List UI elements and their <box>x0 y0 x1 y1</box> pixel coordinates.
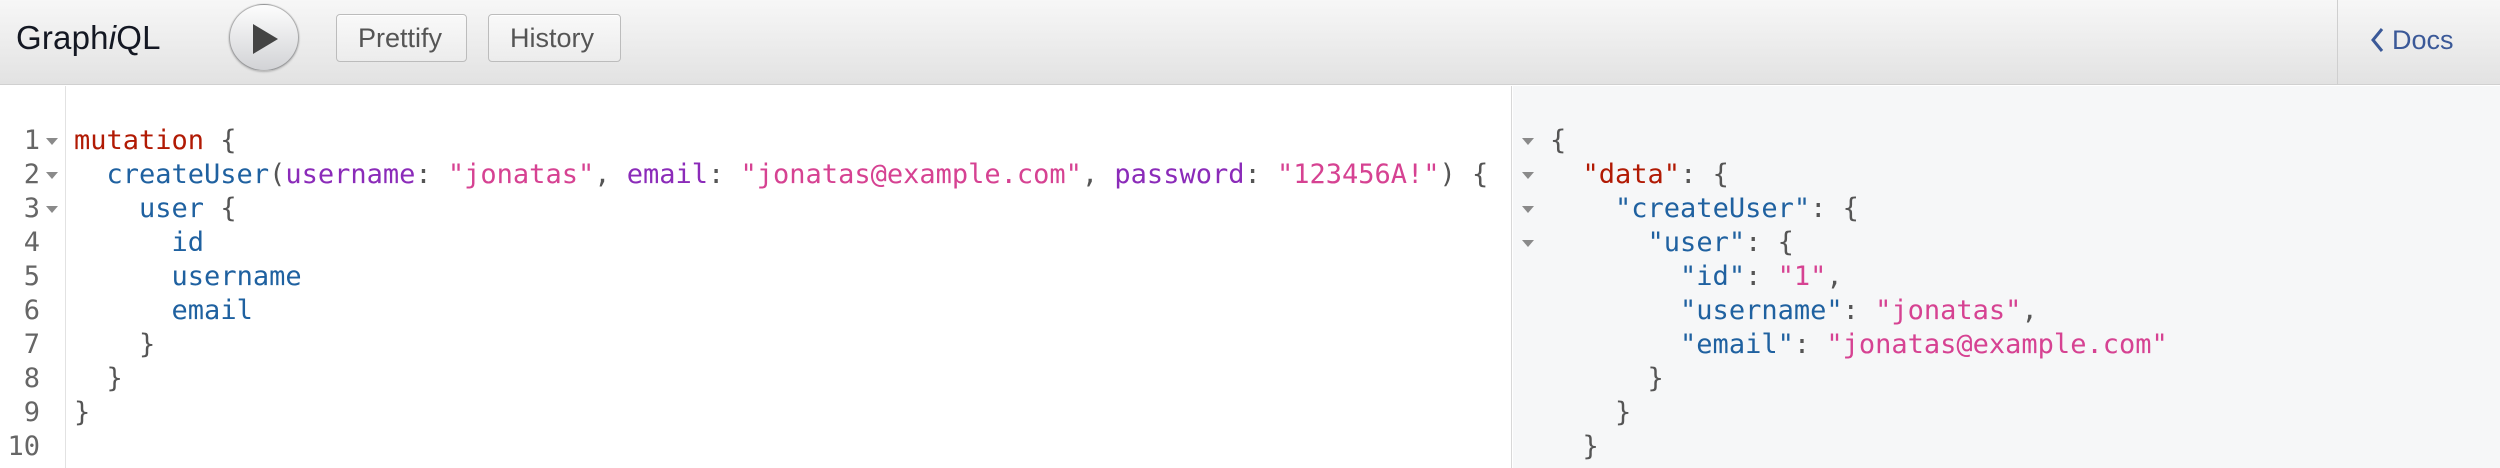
punctuation: { <box>204 125 237 156</box>
punctuation: , <box>1081 159 1115 190</box>
json-string-value: "jonatas" <box>1875 295 2022 326</box>
punctuation: , <box>1826 261 1843 292</box>
punctuation: ) { <box>1439 159 1489 190</box>
docs-explorer-area: Docs <box>2337 0 2500 85</box>
json-key: "data" <box>1582 159 1681 190</box>
result-viewer: { "data": { "createUser": { "user": { "i… <box>1513 86 2500 468</box>
execute-query-button[interactable] <box>229 4 299 71</box>
code-line: user { <box>74 192 237 226</box>
line-number: 7 <box>23 329 40 360</box>
punctuation: } <box>1647 363 1664 394</box>
line-number: 2 <box>23 159 40 190</box>
punctuation: : <box>1842 295 1876 326</box>
line-number: 10 <box>7 431 40 462</box>
punctuation: , <box>2021 295 2038 326</box>
docs-button[interactable]: Docs <box>2370 20 2454 60</box>
line-number: 5 <box>23 261 40 292</box>
fold-arrow-icon[interactable] <box>1522 138 1534 145</box>
code-line: username <box>74 260 302 294</box>
code-line: } <box>74 362 123 396</box>
result-line: } <box>1550 430 1599 464</box>
history-button[interactable]: History <box>488 14 621 62</box>
punctuation: : <box>415 159 448 190</box>
json-key: "createUser" <box>1615 193 1811 224</box>
fold-arrow-icon[interactable] <box>1522 240 1534 247</box>
result-line: "data": { <box>1550 158 1729 192</box>
fold-arrow-icon[interactable] <box>46 172 58 179</box>
punctuation: { <box>204 193 237 224</box>
argument-name: username <box>285 159 416 190</box>
punctuation: : { <box>1810 193 1859 224</box>
line-number: 1 <box>23 125 40 156</box>
punctuation: } <box>74 397 91 428</box>
punctuation: : <box>1745 261 1778 292</box>
field-createUser: createUser <box>106 159 270 190</box>
line-number: 6 <box>23 295 40 326</box>
result-line: "username": "jonatas", <box>1550 294 2038 328</box>
result-line: } <box>1550 396 1631 430</box>
punctuation: : <box>1244 159 1277 190</box>
json-key: "email" <box>1680 329 1794 360</box>
punctuation: , <box>594 159 627 190</box>
title-prefix: Graph <box>16 19 109 56</box>
result-line: "id": "1", <box>1550 260 1843 294</box>
code-line: email <box>74 294 253 328</box>
punctuation: } <box>1615 397 1632 428</box>
punctuation: } <box>106 363 123 394</box>
punctuation: : { <box>1680 159 1729 190</box>
string-value: "123456A!" <box>1276 159 1440 190</box>
query-editor[interactable]: 1 2 3 4 5 6 7 8 9 10 mutation { createUs… <box>0 86 1512 468</box>
chevron-left-icon <box>2371 28 2384 52</box>
fold-arrow-icon[interactable] <box>46 138 58 145</box>
string-value: "jonatas@example.com" <box>740 159 1082 190</box>
fold-arrow-icon[interactable] <box>46 206 58 213</box>
field-email: email <box>171 295 253 326</box>
code-line: id <box>74 226 205 260</box>
argument-name: password <box>1114 159 1245 190</box>
keyword-mutation: mutation <box>74 125 205 156</box>
json-string-value: "1" <box>1777 261 1827 292</box>
code-line: } <box>74 328 155 362</box>
field-user: user <box>139 193 205 224</box>
string-value: "jonatas" <box>447 159 595 190</box>
result-line: "createUser": { <box>1550 192 1859 226</box>
line-number-gutter: 1 2 3 4 5 6 7 8 9 10 <box>0 86 66 468</box>
json-key: "user" <box>1647 227 1746 258</box>
fold-arrow-icon[interactable] <box>1522 206 1534 213</box>
field-id: id <box>171 227 205 258</box>
docs-label: Docs <box>2392 25 2454 55</box>
punctuation: : <box>708 159 741 190</box>
punctuation: } <box>1582 431 1599 462</box>
title-suffix: QL <box>116 19 161 56</box>
field-username: username <box>171 261 302 292</box>
json-key: "id" <box>1680 261 1746 292</box>
app-title: GraphiQL <box>16 16 161 60</box>
argument-name: email <box>626 159 709 190</box>
result-line: "email": "jonatas@example.com" <box>1550 328 2168 362</box>
line-number: 9 <box>23 397 40 428</box>
punctuation: ( <box>269 159 286 190</box>
json-string-value: "jonatas@example.com" <box>1826 329 2168 360</box>
result-line: } <box>1550 362 1664 396</box>
line-number: 8 <box>23 363 40 394</box>
punctuation: { <box>1550 125 1567 156</box>
line-number: 3 <box>23 193 40 224</box>
line-number: 4 <box>23 227 40 258</box>
prettify-button[interactable]: Prettify <box>336 14 467 62</box>
punctuation: } <box>139 329 156 360</box>
code-line: mutation { <box>74 124 237 158</box>
play-icon <box>253 24 278 54</box>
punctuation: : { <box>1745 227 1794 258</box>
toolbar: GraphiQL Prettify History Docs <box>0 0 2500 85</box>
fold-arrow-icon[interactable] <box>1522 172 1534 179</box>
result-gutter <box>1513 86 1543 468</box>
json-key: "username" <box>1680 295 1843 326</box>
punctuation: : <box>1793 329 1827 360</box>
code-line: } <box>74 396 90 430</box>
result-line: { <box>1550 124 1566 158</box>
code-line: createUser(username: "jonatas", email: "… <box>74 158 1489 192</box>
result-line: "user": { <box>1550 226 1794 260</box>
